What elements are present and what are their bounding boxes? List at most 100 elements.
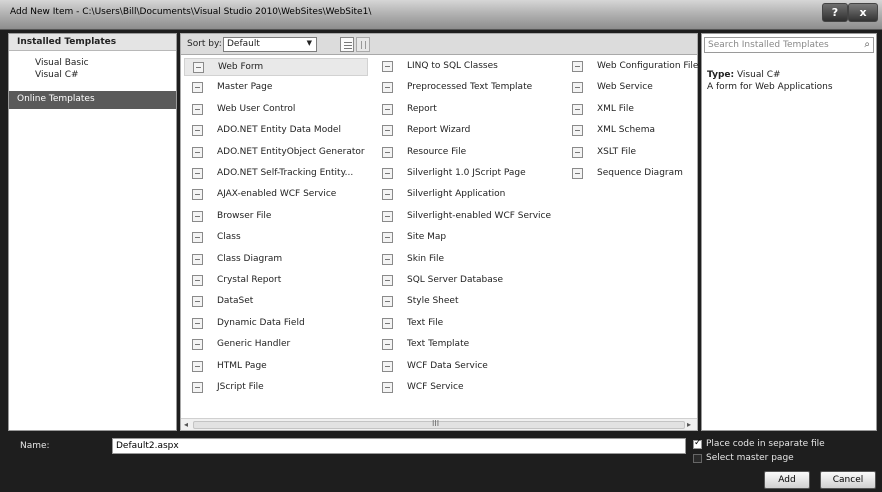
template-item[interactable]: Style Sheet [374, 293, 558, 311]
template-item[interactable]: Sequence Diagram [564, 165, 694, 183]
separate-file-checkbox[interactable] [693, 438, 702, 449]
scroll-grip: III [432, 419, 440, 428]
category-visual-csharp[interactable]: Visual C# [35, 70, 79, 80]
template-label: Crystal Report [217, 275, 282, 285]
detail-view-button[interactable] [356, 37, 370, 52]
search-placeholder: Search Installed Templates [708, 40, 829, 50]
scroll-thumb[interactable]: III [193, 419, 685, 429]
template-label: Resource File [407, 146, 467, 157]
add-button[interactable]: Add [764, 471, 810, 489]
template-icon [192, 103, 203, 115]
template-icon [192, 189, 203, 201]
template-icon [193, 62, 204, 73]
template-item[interactable]: Web Configuration File [564, 58, 698, 76]
search-input[interactable]: Search Installed Templates ⌕ [704, 37, 874, 53]
template-item[interactable]: XML Schema [564, 122, 694, 140]
window-title: Add New Item - C:\Users\Bill\Documents\V… [10, 7, 372, 17]
template-icon [192, 339, 203, 351]
master-page-checkbox[interactable] [693, 454, 702, 463]
template-icon [192, 382, 203, 393]
template-icon [192, 210, 203, 222]
template-label: Preprocessed Text Template [407, 82, 533, 93]
sort-by-label: Sort by: [187, 39, 222, 49]
template-icon [192, 146, 203, 158]
template-item[interactable]: Skin File [374, 251, 558, 269]
name-input[interactable]: Default2.aspx [112, 438, 686, 454]
installed-templates-header[interactable]: Installed Templates [9, 34, 176, 51]
template-label: Class [217, 232, 241, 243]
detail-view-icon-line [365, 41, 366, 49]
template-item[interactable]: Silverlight 1.0 JScript Page [374, 165, 558, 183]
template-item[interactable]: Report Wizard [374, 122, 558, 140]
template-item[interactable]: JScript File [184, 379, 368, 397]
template-item[interactable]: LINQ to SQL Classes [374, 58, 558, 76]
template-label: Dynamic Data Field [217, 317, 305, 328]
online-templates-header[interactable]: Online Templates [9, 91, 176, 109]
template-label: Text Template [407, 339, 470, 350]
template-label: Report Wizard [407, 125, 471, 136]
template-item[interactable]: ADO.NET Self-Tracking Entity... [184, 165, 368, 183]
template-item[interactable]: Class [184, 229, 368, 247]
template-item[interactable]: Web Service [564, 79, 694, 97]
template-icon [192, 232, 203, 244]
template-item[interactable]: XSLT File [564, 144, 694, 162]
template-icon [382, 103, 393, 115]
template-item[interactable]: Text Template [374, 336, 558, 354]
template-item[interactable]: Class Diagram [184, 251, 368, 269]
template-item[interactable]: Resource File [374, 144, 558, 162]
template-label: DataSet [217, 296, 254, 307]
cancel-button[interactable]: Cancel [820, 471, 876, 489]
template-label: Browser File [217, 210, 272, 221]
scroll-left-arrow[interactable]: ◂ [184, 419, 188, 430]
template-icon [192, 296, 203, 308]
template-item[interactable]: Master Page [184, 79, 368, 97]
help-button[interactable]: ? [822, 3, 848, 22]
template-label: Silverlight-enabled WCF Service [407, 210, 552, 221]
list-view-button[interactable] [340, 37, 354, 52]
template-item[interactable]: Web User Control [184, 101, 368, 119]
template-list: Web Form Master Page Web User Control ADO.N… [180, 55, 698, 431]
template-item[interactable]: WCF Data Service [374, 358, 558, 376]
template-icon [192, 253, 203, 265]
template-item[interactable]: ADO.NET EntityObject Generator [184, 144, 368, 162]
dialog-footer: Name: Default2.aspx Place code in separa… [0, 434, 882, 492]
template-item[interactable]: Generic Handler [184, 336, 368, 354]
template-item[interactable]: Site Map [374, 229, 558, 247]
template-item[interactable]: Dynamic Data Field [184, 315, 368, 333]
template-item[interactable]: ADO.NET Entity Data Model [184, 122, 368, 140]
template-item[interactable]: Report [374, 101, 558, 119]
search-icon[interactable]: ⌕ [864, 39, 870, 50]
category-visual-basic[interactable]: Visual Basic [35, 58, 89, 68]
chevron-down-icon: ▼ [306, 39, 312, 47]
template-icon [572, 82, 583, 94]
template-label: Master Page [217, 82, 273, 93]
master-page-label: Select master page [706, 453, 794, 463]
template-item[interactable]: SQL Server Database [374, 272, 558, 290]
template-item[interactable]: Web Form [184, 58, 368, 76]
type-value: Visual C# [736, 70, 781, 80]
template-item[interactable]: AJAX-enabled WCF Service [184, 186, 368, 204]
close-button[interactable]: x [848, 3, 878, 22]
template-item[interactable]: Crystal Report [184, 272, 368, 290]
template-item[interactable]: WCF Service [374, 379, 558, 397]
template-icon [382, 360, 393, 372]
template-item[interactable]: Browser File [184, 208, 368, 226]
template-icon [382, 168, 393, 179]
template-item[interactable]: DataSet [184, 293, 368, 311]
template-item[interactable]: HTML Page [184, 358, 368, 376]
template-item[interactable]: XML File [564, 101, 694, 119]
template-label: Silverlight Application [407, 189, 506, 200]
template-icon [192, 168, 203, 179]
template-label: Class Diagram [217, 253, 283, 264]
list-view-icon-line [344, 48, 352, 49]
template-item[interactable]: Text File [374, 315, 558, 333]
scroll-right-arrow[interactable]: ▸ [687, 419, 691, 430]
template-item[interactable]: Silverlight Application [374, 186, 558, 204]
template-item[interactable]: Silverlight-enabled WCF Service [374, 208, 558, 226]
template-icon [382, 253, 393, 265]
horizontal-scrollbar[interactable]: ◂ III ▸ [181, 418, 697, 430]
template-icon [192, 82, 203, 94]
sort-by-dropdown[interactable]: Default ▼ [223, 37, 317, 52]
template-icon [572, 168, 583, 179]
template-item[interactable]: Preprocessed Text Template [374, 79, 558, 97]
